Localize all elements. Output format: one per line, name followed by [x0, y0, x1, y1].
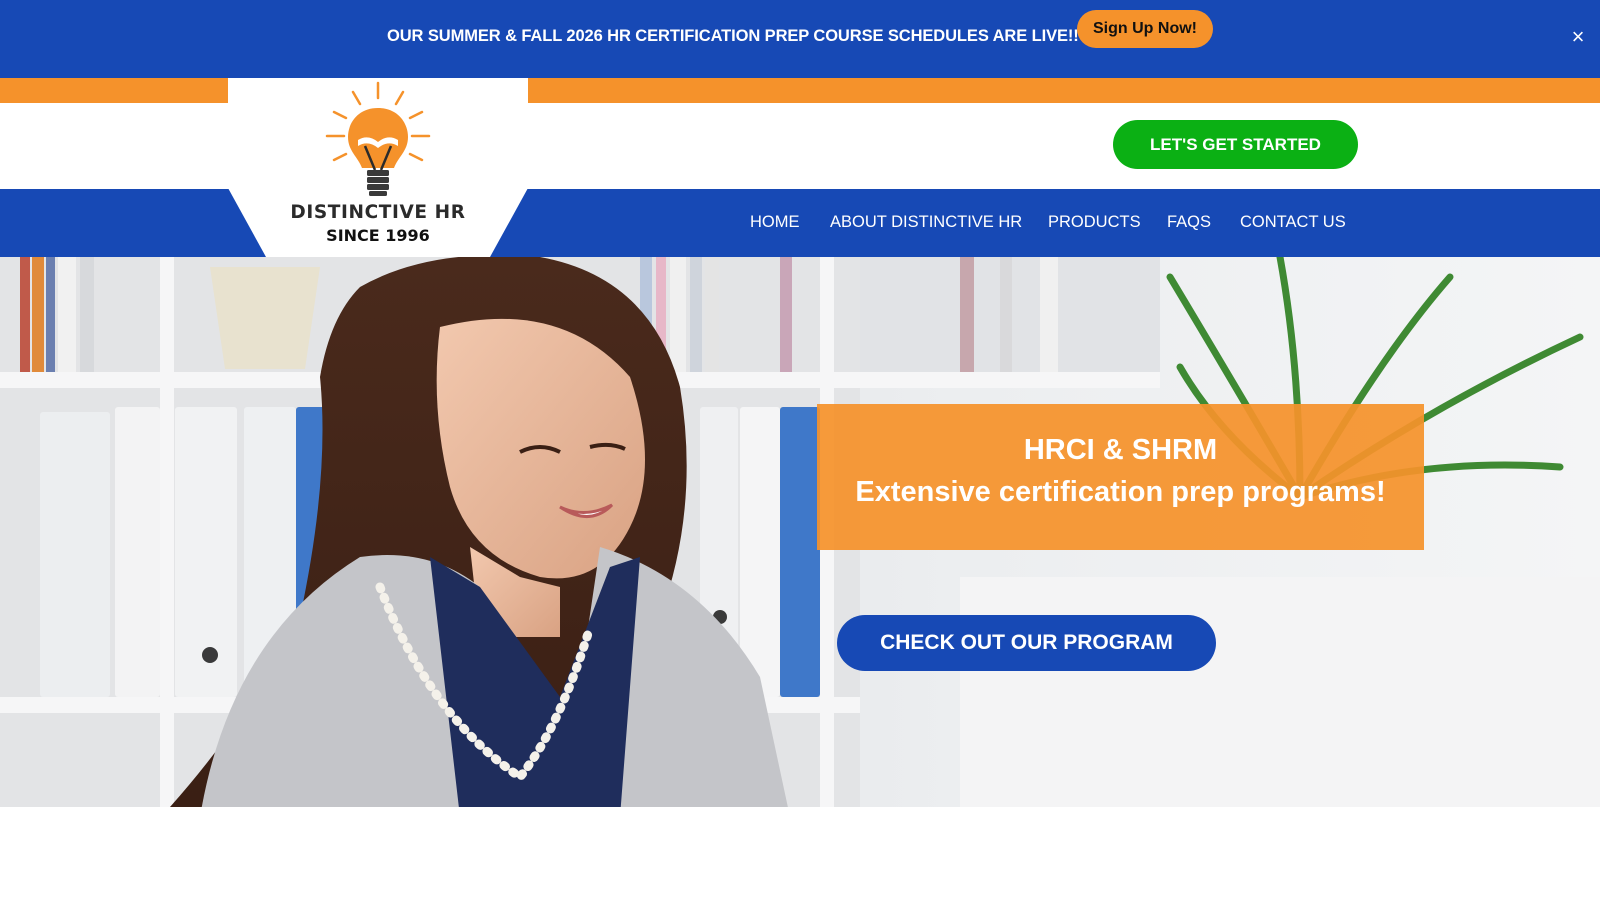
- lightbulb-book-icon: [325, 81, 431, 196]
- nav-item-products[interactable]: PRODUCTS: [1048, 213, 1141, 232]
- logo-since: SINCE 1996: [326, 226, 430, 245]
- announcement-text: OUR SUMMER & FALL 2026 HR CERTIFICATION …: [387, 27, 1079, 45]
- lets-get-started-button[interactable]: LET'S GET STARTED: [1113, 120, 1358, 169]
- promo-box: HRCI & SHRM Extensive certification prep…: [817, 404, 1424, 550]
- nav-item-home[interactable]: HOME: [750, 213, 800, 232]
- announcement-bar: OUR SUMMER & FALL 2026 HR CERTIFICATION …: [0, 0, 1600, 78]
- hero-headline: HRCI & SHRM: [1023, 434, 1218, 466]
- sign-up-now-button[interactable]: Sign Up Now!: [1077, 10, 1213, 48]
- nav-item-about[interactable]: ABOUT DISTINCTIVE HR: [830, 213, 1022, 232]
- check-out-program-button[interactable]: CHECK OUT OUR PROGRAM: [837, 615, 1216, 671]
- close-icon[interactable]: ×: [1567, 26, 1589, 48]
- nav-item-faqs[interactable]: FAQS: [1167, 213, 1211, 232]
- nav-item-contact[interactable]: CONTACT US: [1240, 213, 1346, 232]
- logo[interactable]: DISTINCTIVE HR SINCE 1996: [228, 78, 528, 257]
- logo-name: DISTINCTIVE HR: [290, 202, 466, 223]
- hero-subheadline: Extensive certification prep programs!: [855, 476, 1386, 508]
- hero-banner: HRCI & SHRM Extensive certification prep…: [0, 257, 1600, 807]
